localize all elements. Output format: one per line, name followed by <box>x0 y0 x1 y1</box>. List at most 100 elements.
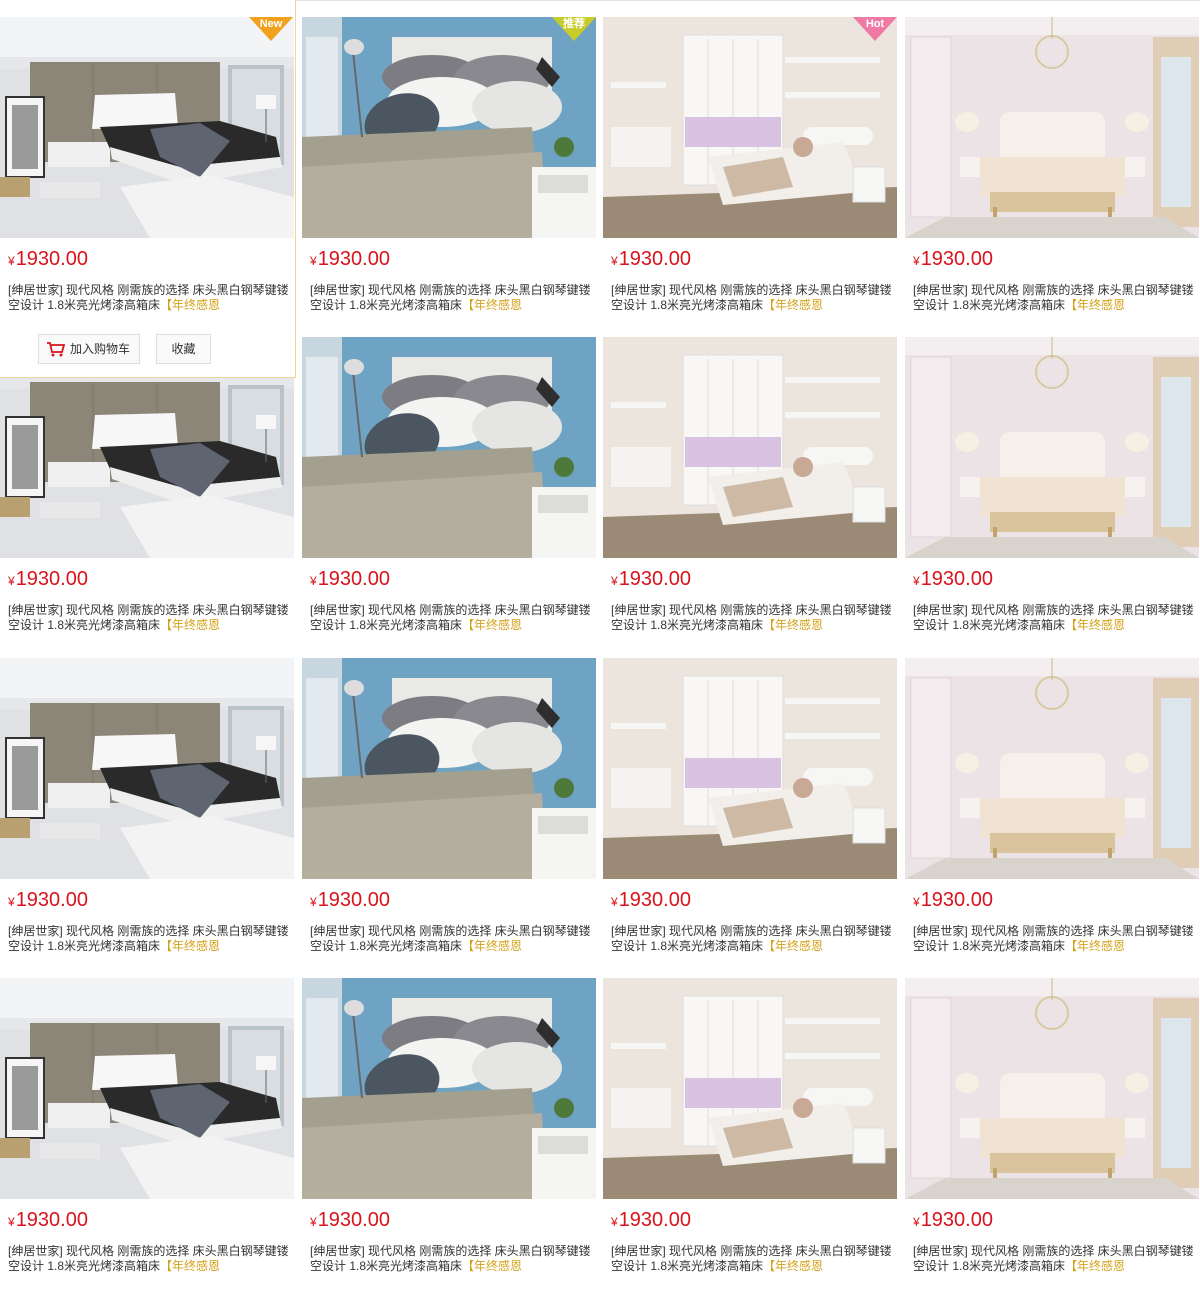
price-value: 1930.00 <box>317 1209 390 1231</box>
product-title[interactable]: [绅居世家] 现代风格 刚需族的选择 床头黑白钢琴键镂空设计 1.8米亮光烤漆高… <box>310 283 592 313</box>
product-price: ¥1930.00 <box>913 245 993 275</box>
blue-wall-bed-pillows-image <box>302 658 596 879</box>
product-title-text[interactable]: [绅居世家] 现代风格 刚需族的选择 床头黑白钢琴键镂空设计 1.8米亮光烤漆高… <box>913 283 1194 312</box>
product-card[interactable]: ¥1930.00 [绅居世家] 现代风格 刚需族的选择 床头黑白钢琴键镂空设计 … <box>302 320 598 633</box>
product-title-text[interactable]: [绅居世家] 现代风格 刚需族的选择 床头黑白钢琴键镂空设计 1.8米亮光烤漆高… <box>8 1244 289 1273</box>
product-card[interactable]: ¥1930.00 [绅居世家] 现代风格 刚需族的选择 床头黑白钢琴键镂空设计 … <box>302 961 598 1274</box>
product-card[interactable]: ¥1930.00 [绅居世家] 现代风格 刚需族的选择 床头黑白钢琴键镂空设计 … <box>0 0 296 378</box>
product-title-text[interactable]: [绅居世家] 现代风格 刚需族的选择 床头黑白钢琴键镂空设计 1.8米亮光烤漆高… <box>611 603 892 632</box>
product-price: ¥1930.00 <box>913 565 993 595</box>
product-image[interactable] <box>603 978 897 1199</box>
product-card[interactable]: ¥1930.00 [绅居世家] 现代风格 刚需族的选择 床头黑白钢琴键镂空设计 … <box>302 641 598 954</box>
price-value: 1930.00 <box>618 568 691 590</box>
product-card[interactable]: ¥1930.00 [绅居世家] 现代风格 刚需族的选择 床头黑白钢琴键镂空设计 … <box>603 641 899 954</box>
white-kids-bedroom-wardrobe-image <box>603 17 897 238</box>
product-title[interactable]: [绅居世家] 现代风格 刚需族的选择 床头黑白钢琴键镂空设计 1.8米亮光烤漆高… <box>310 603 592 633</box>
product-card[interactable]: ¥1930.00 [绅居世家] 现代风格 刚需族的选择 床头黑白钢琴键镂空设计 … <box>302 0 598 313</box>
product-price: ¥1930.00 <box>8 245 88 275</box>
product-card[interactable]: ¥1930.00 [绅居世家] 现代风格 刚需族的选择 床头黑白钢琴键镂空设计 … <box>905 320 1200 633</box>
product-title-text[interactable]: [绅居世家] 现代风格 刚需族的选择 床头黑白钢琴键镂空设计 1.8米亮光烤漆高… <box>913 1244 1194 1273</box>
product-title-text[interactable]: [绅居世家] 现代风格 刚需族的选择 床头黑白钢琴键镂空设计 1.8米亮光烤漆高… <box>310 924 591 953</box>
product-card[interactable]: ¥1930.00 [绅居世家] 现代风格 刚需族的选择 床头黑白钢琴键镂空设计 … <box>0 641 296 954</box>
badge-label: New <box>259 18 283 30</box>
badge-label: 推荐 <box>563 18 585 30</box>
product-image[interactable] <box>905 337 1199 558</box>
product-image[interactable] <box>603 337 897 558</box>
product-title[interactable]: [绅居世家] 现代风格 刚需族的选择 床头黑白钢琴键镂空设计 1.8米亮光烤漆高… <box>913 1244 1195 1274</box>
product-card[interactable]: ¥1930.00 [绅居世家] 现代风格 刚需族的选择 床头黑白钢琴键镂空设计 … <box>905 961 1200 1274</box>
product-title-text[interactable]: [绅居世家] 现代风格 刚需族的选择 床头黑白钢琴键镂空设计 1.8米亮光烤漆高… <box>611 283 892 312</box>
product-image[interactable] <box>0 658 294 879</box>
product-card[interactable]: ¥1930.00 [绅居世家] 现代风格 刚需族的选择 床头黑白钢琴键镂空设计 … <box>603 320 899 633</box>
product-image[interactable] <box>0 978 294 1199</box>
product-title-text[interactable]: [绅居世家] 现代风格 刚需族的选择 床头黑白钢琴键镂空设计 1.8米亮光烤漆高… <box>913 924 1194 953</box>
product-title[interactable]: [绅居世家] 现代风格 刚需族的选择 床头黑白钢琴键镂空设计 1.8米亮光烤漆高… <box>8 924 290 954</box>
product-image[interactable] <box>603 17 897 238</box>
product-title-text[interactable]: [绅居世家] 现代风格 刚需族的选择 床头黑白钢琴键镂空设计 1.8米亮光烤漆高… <box>8 283 289 312</box>
product-title[interactable]: [绅居世家] 现代风格 刚需族的选择 床头黑白钢琴键镂空设计 1.8米亮光烤漆高… <box>8 283 290 313</box>
product-title[interactable]: [绅居世家] 现代风格 刚需族的选择 床头黑白钢琴键镂空设计 1.8米亮光烤漆高… <box>310 1244 592 1274</box>
product-image[interactable] <box>302 658 596 879</box>
product-title-text[interactable]: [绅居世家] 现代风格 刚需族的选择 床头黑白钢琴键镂空设计 1.8米亮光烤漆高… <box>310 283 591 312</box>
product-price: ¥1930.00 <box>310 1206 390 1236</box>
product-card[interactable]: ¥1930.00 [绅居世家] 现代风格 刚需族的选择 床头黑白钢琴键镂空设计 … <box>0 961 296 1274</box>
product-price: ¥1930.00 <box>611 886 691 916</box>
product-price: ¥1930.00 <box>8 886 88 916</box>
product-image[interactable] <box>603 658 897 879</box>
product-title[interactable]: [绅居世家] 现代风格 刚需族的选择 床头黑白钢琴键镂空设计 1.8米亮光烤漆高… <box>611 603 893 633</box>
promo-highlight: 【年终感恩 <box>1065 618 1126 632</box>
product-image[interactable] <box>0 17 294 238</box>
product-title[interactable]: [绅居世家] 现代风格 刚需族的选择 床头黑白钢琴键镂空设计 1.8米亮光烤漆高… <box>611 1244 893 1274</box>
product-title-text[interactable]: [绅居世家] 现代风格 刚需族的选择 床头黑白钢琴键镂空设计 1.8米亮光烤漆高… <box>310 603 591 632</box>
add-to-cart-button[interactable]: 加入购物车 <box>38 334 140 364</box>
product-card[interactable]: ¥1930.00 [绅居世家] 现代风格 刚需族的选择 床头黑白钢琴键镂空设计 … <box>905 0 1200 313</box>
promo-highlight: 【年终感恩 <box>1065 1259 1126 1273</box>
currency-symbol: ¥ <box>8 895 15 909</box>
product-image[interactable] <box>905 17 1199 238</box>
product-title[interactable]: [绅居世家] 现代风格 刚需族的选择 床头黑白钢琴键镂空设计 1.8米亮光烤漆高… <box>8 603 290 633</box>
classic-pink-bedroom-image <box>905 658 1199 879</box>
price-value: 1930.00 <box>317 889 390 911</box>
price-value: 1930.00 <box>618 889 691 911</box>
product-title-text[interactable]: [绅居世家] 现代风格 刚需族的选择 床头黑白钢琴键镂空设计 1.8米亮光烤漆高… <box>8 924 289 953</box>
product-title[interactable]: [绅居世家] 现代风格 刚需族的选择 床头黑白钢琴键镂空设计 1.8米亮光烤漆高… <box>310 924 592 954</box>
product-title-text[interactable]: [绅居世家] 现代风格 刚需族的选择 床头黑白钢琴键镂空设计 1.8米亮光烤漆高… <box>611 924 892 953</box>
favorite-button[interactable]: 收藏 <box>156 334 211 364</box>
product-title-text[interactable]: [绅居世家] 现代风格 刚需族的选择 床头黑白钢琴键镂空设计 1.8米亮光烤漆高… <box>8 603 289 632</box>
blue-wall-bed-pillows-image <box>302 17 596 238</box>
product-title[interactable]: [绅居世家] 现代风格 刚需族的选择 床头黑白钢琴键镂空设计 1.8米亮光烤漆高… <box>913 924 1195 954</box>
badge-label: Hot <box>865 18 885 30</box>
product-title-text[interactable]: [绅居世家] 现代风格 刚需族的选择 床头黑白钢琴键镂空设计 1.8米亮光烤漆高… <box>310 1244 591 1273</box>
product-price: ¥1930.00 <box>913 886 993 916</box>
product-title[interactable]: [绅居世家] 现代风格 刚需族的选择 床头黑白钢琴键镂空设计 1.8米亮光烤漆高… <box>913 283 1195 313</box>
product-title[interactable]: [绅居世家] 现代风格 刚需族的选择 床头黑白钢琴键镂空设计 1.8米亮光烤漆高… <box>611 924 893 954</box>
price-value: 1930.00 <box>317 568 390 590</box>
product-image[interactable] <box>302 17 596 238</box>
product-title-text[interactable]: [绅居世家] 现代风格 刚需族的选择 床头黑白钢琴键镂空设计 1.8米亮光烤漆高… <box>913 603 1194 632</box>
product-title[interactable]: [绅居世家] 现代风格 刚需族的选择 床头黑白钢琴键镂空设计 1.8米亮光烤漆高… <box>913 603 1195 633</box>
modern-gray-bedroom-image <box>0 17 294 238</box>
product-title[interactable]: [绅居世家] 现代风格 刚需族的选择 床头黑白钢琴键镂空设计 1.8米亮光烤漆高… <box>8 1244 290 1274</box>
product-price: ¥1930.00 <box>310 565 390 595</box>
product-image[interactable] <box>302 978 596 1199</box>
promo-highlight: 【年终感恩 <box>1065 298 1126 312</box>
currency-symbol: ¥ <box>611 895 618 909</box>
product-card[interactable]: ¥1930.00 [绅居世家] 现代风格 刚需族的选择 床头黑白钢琴键镂空设计 … <box>603 961 899 1274</box>
product-price: ¥1930.00 <box>611 1206 691 1236</box>
card-actions: 加入购物车 收藏 <box>38 334 298 364</box>
product-price: ¥1930.00 <box>611 565 691 595</box>
product-image[interactable] <box>302 337 596 558</box>
product-card[interactable]: ¥1930.00 [绅居世家] 现代风格 刚需族的选择 床头黑白钢琴键镂空设计 … <box>603 0 899 313</box>
product-title[interactable]: [绅居世家] 现代风格 刚需族的选择 床头黑白钢琴键镂空设计 1.8米亮光烤漆高… <box>611 283 893 313</box>
product-image[interactable] <box>905 978 1199 1199</box>
promo-highlight: 【年终感恩 <box>763 1259 824 1273</box>
product-image[interactable] <box>905 658 1199 879</box>
promo-highlight: 【年终感恩 <box>462 298 523 312</box>
product-card[interactable]: ¥1930.00 [绅居世家] 现代风格 刚需族的选择 床头黑白钢琴键镂空设计 … <box>905 641 1200 954</box>
promo-highlight: 【年终感恩 <box>462 618 523 632</box>
product-title-text[interactable]: [绅居世家] 现代风格 刚需族的选择 床头黑白钢琴键镂空设计 1.8米亮光烤漆高… <box>611 1244 892 1273</box>
currency-symbol: ¥ <box>913 254 920 268</box>
price-value: 1930.00 <box>15 248 88 270</box>
price-value: 1930.00 <box>920 568 993 590</box>
promo-highlight: 【年终感恩 <box>763 939 824 953</box>
